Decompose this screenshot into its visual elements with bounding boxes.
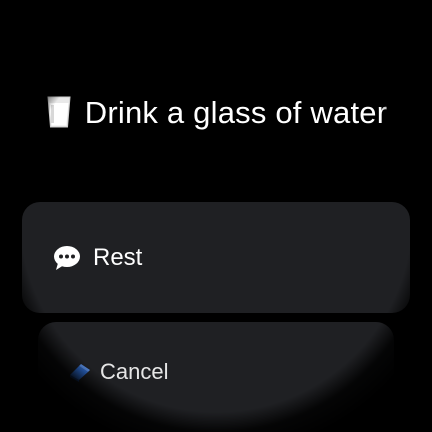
speech-bubble-icon (53, 245, 81, 271)
rest-button-label: Rest (93, 243, 143, 271)
prompt-title-block: Drink a glass of water (40, 92, 392, 140)
rest-button[interactable]: Rest (22, 202, 410, 313)
prompt-title: Drink a glass of water (84, 95, 388, 130)
glass-of-milk-icon (45, 95, 73, 140)
watch-screen: Drink a glass of water Rest Cancel (0, 0, 432, 432)
cancel-button[interactable]: Cancel (38, 322, 394, 432)
eraser-icon (68, 362, 92, 382)
cancel-button-label: Cancel (100, 359, 169, 384)
